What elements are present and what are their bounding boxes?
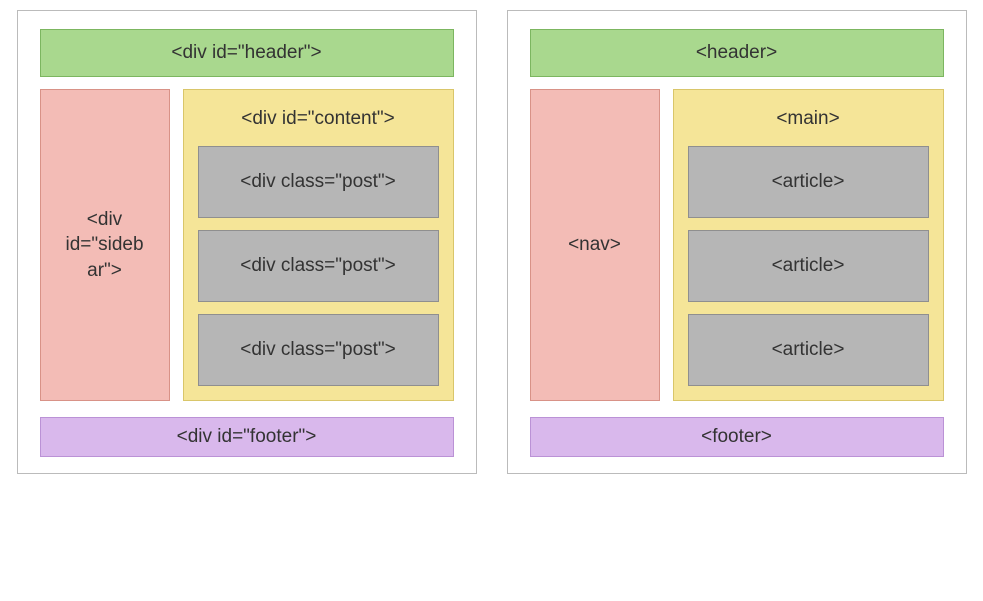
- left-post-box: <div class="post">: [198, 230, 439, 302]
- right-post-label: <article>: [772, 171, 845, 193]
- left-content-title: <div id="content">: [198, 102, 439, 134]
- left-layout-panel: <div id="header"> <div id="sideb ar"> <d…: [17, 10, 477, 474]
- right-content-box: <main> <article> <article> <article>: [673, 89, 944, 401]
- right-mid-row: <nav> <main> <article> <article> <articl…: [530, 89, 944, 401]
- right-content-title: <main>: [688, 102, 929, 134]
- left-content-box: <div id="content"> <div class="post"> <d…: [183, 89, 454, 401]
- right-sidebar-box: <nav>: [530, 89, 660, 401]
- right-post-label: <article>: [772, 339, 845, 361]
- left-sidebar-box: <div id="sideb ar">: [40, 89, 170, 401]
- right-content-title-label: <main>: [776, 108, 839, 129]
- left-header-label: <div id="header">: [171, 42, 321, 64]
- left-post-box: <div class="post">: [198, 146, 439, 218]
- right-header-label: <header>: [696, 42, 777, 64]
- left-footer-box: <div id="footer">: [40, 417, 454, 457]
- left-mid-row: <div id="sideb ar"> <div id="content"> <…: [40, 89, 454, 401]
- left-footer-label: <div id="footer">: [177, 426, 317, 448]
- right-post-box: <article>: [688, 230, 929, 302]
- left-post-label: <div class="post">: [240, 339, 396, 361]
- right-sidebar-label: <nav>: [568, 232, 621, 258]
- right-footer-box: <footer>: [530, 417, 944, 457]
- left-post-label: <div class="post">: [240, 171, 396, 193]
- left-post-label: <div class="post">: [240, 255, 396, 277]
- left-header-box: <div id="header">: [40, 29, 454, 77]
- right-header-box: <header>: [530, 29, 944, 77]
- right-post-label: <article>: [772, 255, 845, 277]
- left-sidebar-label: <div id="sideb ar">: [47, 207, 163, 284]
- right-footer-label: <footer>: [701, 426, 772, 448]
- left-content-title-label: <div id="content">: [241, 108, 394, 129]
- right-layout-panel: <header> <nav> <main> <article> <article…: [507, 10, 967, 474]
- left-post-box: <div class="post">: [198, 314, 439, 386]
- right-post-box: <article>: [688, 146, 929, 218]
- right-post-box: <article>: [688, 314, 929, 386]
